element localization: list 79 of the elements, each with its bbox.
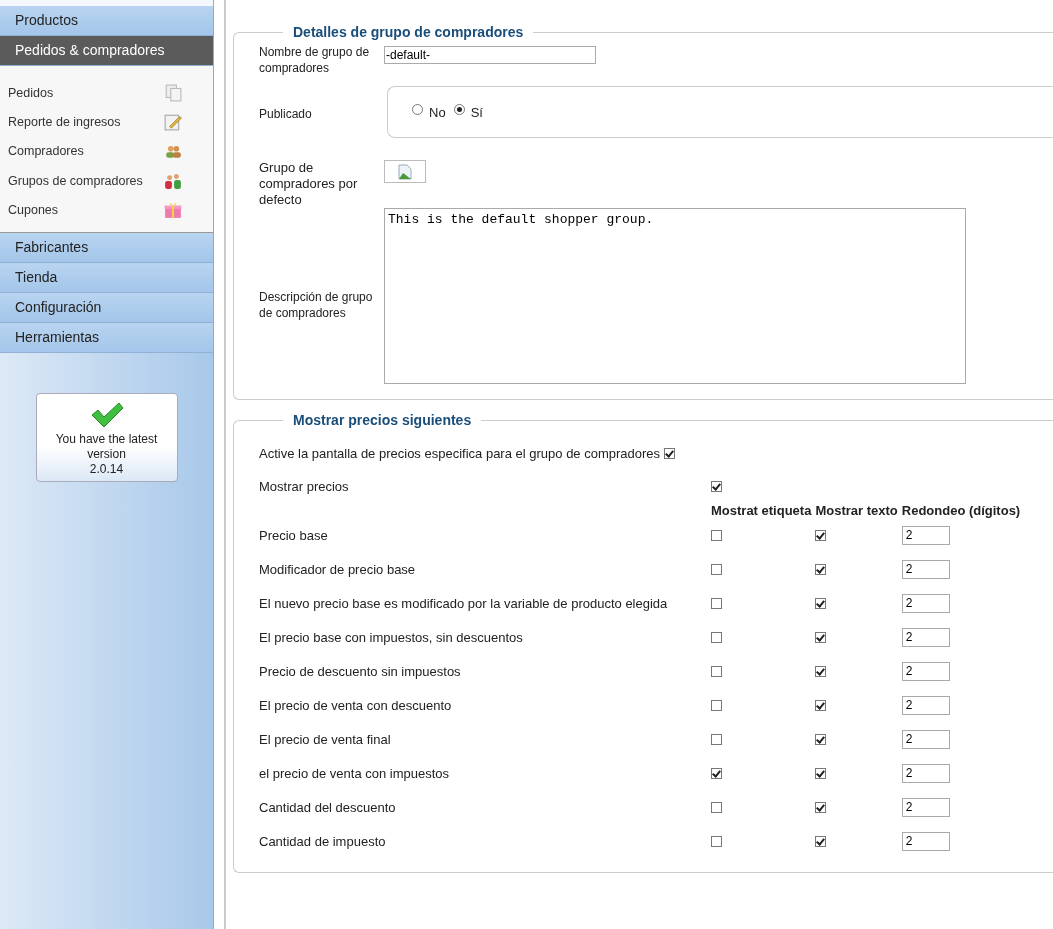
radio-label: Sí <box>470 104 483 120</box>
rounding-field[interactable]: 2 <box>901 729 950 749</box>
checkbox[interactable] <box>711 700 722 712</box>
field-label: Publicado <box>259 106 313 122</box>
submenu-item[interactable]: Compradores <box>8 144 84 159</box>
sidebar-section[interactable]: Pedidos & compradores <box>0 36 213 66</box>
rounding-field[interactable]: 2 <box>901 593 950 613</box>
submenu-item[interactable]: Grupos de compradores <box>8 173 143 188</box>
broken-image-icon <box>398 163 412 180</box>
checkbox[interactable] <box>711 481 722 493</box>
submenu-item[interactable]: Pedidos <box>8 85 54 100</box>
checkbox[interactable] <box>815 530 827 542</box>
price-row-label: El precio de venta final <box>259 732 391 747</box>
checkbox[interactable] <box>711 598 722 610</box>
field-label: Grupo de compradores por defecto <box>259 159 359 208</box>
sidebar-section[interactable]: Herramientas <box>0 323 213 354</box>
checkbox[interactable] <box>815 598 827 610</box>
checkbox[interactable] <box>711 734 722 746</box>
submenu-item[interactable]: Cupones <box>8 202 59 217</box>
checkbox[interactable] <box>711 836 722 848</box>
option-label: Active la pantalla de precios especifica para el grupo de compradores <box>259 446 661 461</box>
price-row-label: El precio base con impuestos, sin descuentos <box>259 630 523 645</box>
pencil-note-icon <box>164 112 182 131</box>
documents-icon <box>164 83 182 102</box>
checkbox[interactable] <box>815 734 827 746</box>
radio-button[interactable] <box>453 103 465 115</box>
image-button[interactable] <box>384 160 426 183</box>
checkbox[interactable] <box>815 666 827 678</box>
column-header: Redondeo (dígitos) <box>901 503 1021 518</box>
section-title: Detalles de grupo de compradores <box>292 24 525 40</box>
column-header: Mostrat etiqueta <box>711 503 812 518</box>
checkbox[interactable] <box>815 564 827 576</box>
rounding-field[interactable]: 2 <box>901 627 950 647</box>
rounding-field[interactable]: 2 <box>901 797 950 817</box>
sidebar-section[interactable]: Productos <box>0 6 213 36</box>
price-row-label: el precio de venta con impuestos <box>259 766 450 781</box>
rounding-field[interactable]: 2 <box>901 525 950 545</box>
version-message: You have the latest version <box>54 432 159 463</box>
checkbox[interactable] <box>815 802 827 814</box>
price-row-label: Cantidad de impuesto <box>259 834 386 849</box>
sidebar-section[interactable]: Fabricantes <box>0 233 213 264</box>
price-row-label: Precio de descuento sin impuestos <box>259 664 461 679</box>
rounding-field[interactable]: 2 <box>901 831 950 851</box>
section-title: Mostrar precios siguientes <box>292 412 473 428</box>
rounding-field[interactable]: 2 <box>901 559 950 579</box>
rounding-field[interactable]: 2 <box>901 695 950 715</box>
version-number: 2.0.14 <box>88 462 125 478</box>
price-row-label: El precio de venta con descuento <box>259 698 452 713</box>
submenu-item[interactable]: Reporte de ingresos <box>8 114 121 129</box>
price-row-label: El nuevo precio base es modificado por la variable de producto elegida <box>259 596 668 611</box>
rounding-field[interactable]: 2 <box>901 763 950 783</box>
option-label: Mostrar precios <box>259 479 349 494</box>
checkbox[interactable] <box>711 564 722 576</box>
column-header: Mostrar texto <box>815 503 898 518</box>
checkbox[interactable] <box>711 802 722 814</box>
price-row-label: Precio base <box>259 528 328 543</box>
name-field[interactable]: -default- <box>384 46 596 64</box>
field-label: Nombre de grupo de compradores <box>259 44 371 76</box>
description-field[interactable]: This is the default shopper group. <box>384 208 966 384</box>
radio-button[interactable] <box>412 103 423 115</box>
sidebar-section[interactable]: Configuración <box>0 293 213 324</box>
price-row-label: Cantidad del descuento <box>259 800 396 815</box>
radio-label: No <box>429 104 446 120</box>
checkbox[interactable] <box>815 768 827 780</box>
checkbox[interactable] <box>664 448 676 459</box>
gift-icon <box>164 200 182 219</box>
price-row-label: Modificador de precio base <box>259 562 416 577</box>
checkbox[interactable] <box>711 768 722 780</box>
checkbox[interactable] <box>711 530 722 542</box>
checkbox[interactable] <box>815 836 827 848</box>
checkbox[interactable] <box>815 700 827 712</box>
checkmark-icon <box>89 402 124 429</box>
checkbox[interactable] <box>711 632 722 644</box>
people-group-icon <box>164 171 182 190</box>
rounding-field[interactable]: 2 <box>901 661 950 681</box>
checkbox[interactable] <box>711 666 722 678</box>
sidebar-section[interactable]: Tienda <box>0 263 213 294</box>
field-label: Descripción de grupo de compradores <box>259 288 374 321</box>
checkbox[interactable] <box>815 632 827 644</box>
